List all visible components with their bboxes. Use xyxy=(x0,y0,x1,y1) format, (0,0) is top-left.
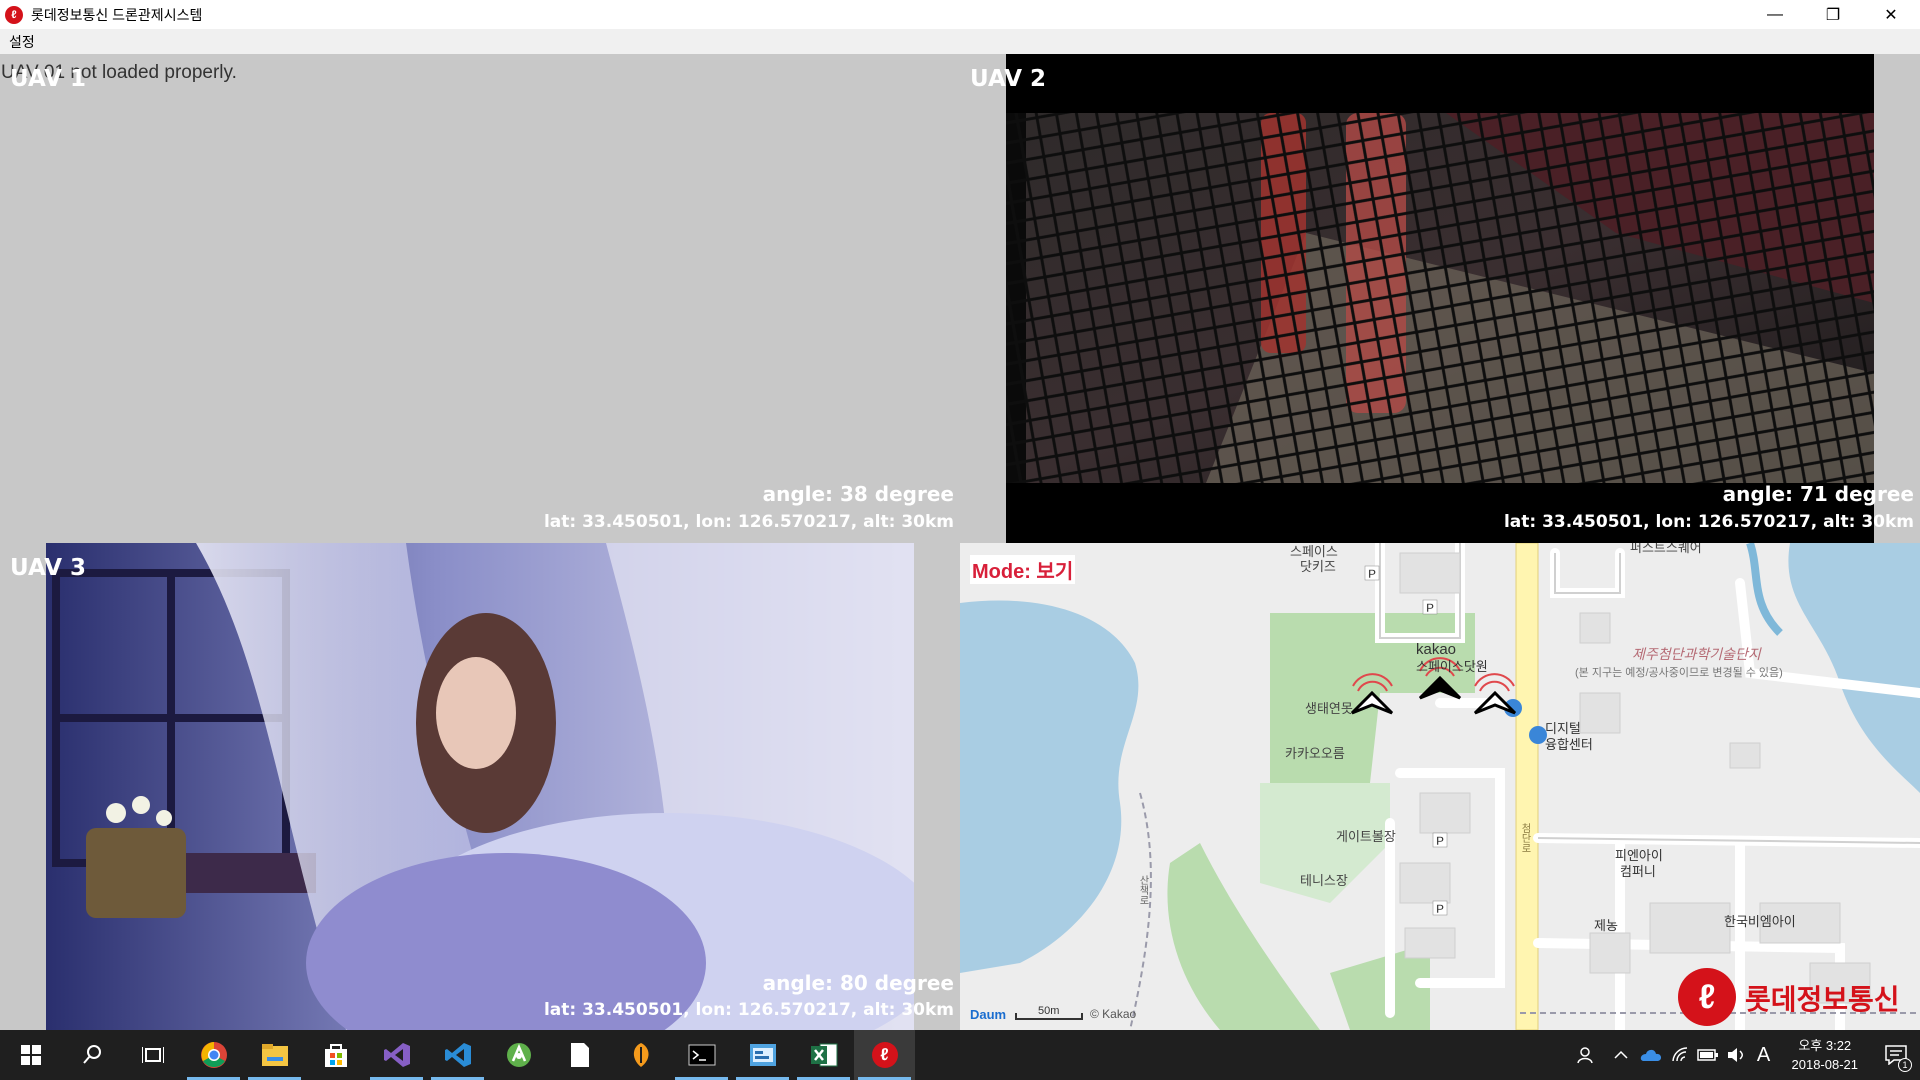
uav2-position: lat: 33.450501, lon: 126.570217, alt: 30… xyxy=(1503,512,1914,532)
map-label-science-park: 제주첨단과학기술단지 xyxy=(1632,646,1761,662)
uav3-position: lat: 33.450501, lon: 126.570217, alt: 30… xyxy=(543,1000,954,1020)
system-tray: A 오후 3:22 2018-08-21 1 xyxy=(1568,1030,1920,1080)
clock-time: 오후 3:22 xyxy=(1798,1038,1852,1053)
task-view-icon[interactable] xyxy=(122,1030,183,1080)
close-button[interactable]: ✕ xyxy=(1862,0,1920,29)
svg-text:P: P xyxy=(1436,834,1444,848)
svg-text:P: P xyxy=(1368,567,1376,581)
volume-icon[interactable] xyxy=(1722,1047,1750,1063)
notification-count-badge: 1 xyxy=(1898,1058,1912,1072)
notification-icon[interactable]: 1 xyxy=(1872,1030,1920,1080)
uav1-angle: angle: 38 degree xyxy=(762,482,954,506)
drone-marker-3[interactable] xyxy=(1473,673,1517,715)
window-title: 롯데정보통신 드론관제시스템 xyxy=(31,6,203,23)
map-label-company: 컴퍼니 xyxy=(1620,864,1656,879)
company-logo-text: 롯데정보통신 xyxy=(1745,983,1900,1016)
map-label-complex: 융합센터 xyxy=(1545,737,1593,752)
svg-text:P: P xyxy=(1436,902,1444,916)
company-logo-icon: ℓ xyxy=(1678,968,1736,1026)
search-icon[interactable] xyxy=(61,1030,122,1080)
clock-date: 2018-08-21 xyxy=(1791,1057,1859,1072)
map-label-science-park-note: (본 지구는 예정/공사중이므로 변경될 수 있음) xyxy=(1575,667,1783,679)
uav2-label: UAV 2 xyxy=(970,66,1047,92)
uav3-panel: UAV 3 angle: 80 degree lat: 33.450501, l… xyxy=(0,543,960,1030)
map-scale-label: 50m xyxy=(1038,1005,1060,1017)
taskbar: ℓ A 오후 3:22 2018-08-21 1 xyxy=(0,1030,1920,1080)
control-panel-icon[interactable] xyxy=(732,1030,793,1080)
visual-studio-icon[interactable] xyxy=(366,1030,427,1080)
map-canvas[interactable]: P P P P xyxy=(960,543,1920,1030)
map-label-tennis: 테니스장 xyxy=(1300,873,1348,888)
app-logo-icon: ℓ xyxy=(5,5,23,24)
store-icon[interactable] xyxy=(305,1030,366,1080)
map-label-kakao-ore: 카카오오름 xyxy=(1285,746,1345,761)
minimize-button[interactable]: — xyxy=(1746,0,1804,29)
wifi-icon[interactable] xyxy=(1666,1047,1694,1063)
people-icon[interactable] xyxy=(1568,1046,1606,1064)
onedrive-icon[interactable] xyxy=(1636,1048,1666,1062)
clock[interactable]: 오후 3:22 2018-08-21 xyxy=(1792,1036,1859,1074)
maximize-button[interactable]: ❐ xyxy=(1804,0,1862,29)
uav2-angle: angle: 71 degree xyxy=(1722,482,1914,506)
map-label-first-square: 퍼스트스퀘어 xyxy=(1630,543,1702,555)
vscode-icon[interactable] xyxy=(427,1030,488,1080)
excel-icon[interactable] xyxy=(793,1030,854,1080)
uav3-video xyxy=(46,543,914,1030)
file-explorer-icon[interactable] xyxy=(244,1030,305,1080)
start-icon[interactable] xyxy=(0,1030,61,1080)
svg-text:P: P xyxy=(1426,601,1434,615)
uav1-label: UAV 1 xyxy=(10,66,87,92)
map-copyright: © Kakao xyxy=(1090,1007,1137,1021)
map-label-road: 첨단로 xyxy=(1519,823,1530,853)
battery-icon[interactable] xyxy=(1694,1049,1722,1061)
map-label-space-dot-one: 스페이스닷원 xyxy=(1416,659,1488,674)
map-panel[interactable]: P P P P 생태연못 카카오오름 kakao 스페이스닷원 게이트볼장 테니… xyxy=(960,543,1920,1030)
lotte-app-icon[interactable]: ℓ xyxy=(854,1030,915,1080)
terminal-icon[interactable] xyxy=(671,1030,732,1080)
menu-bar: 설정 xyxy=(0,29,1920,54)
uav1-position: lat: 33.450501, lon: 126.570217, alt: 30… xyxy=(543,512,954,532)
chevron-up-icon[interactable] xyxy=(1606,1050,1636,1060)
map-label-gateball: 게이트볼장 xyxy=(1336,829,1396,844)
map-label-pathway: 산책로 xyxy=(1137,875,1148,905)
uav2-panel: UAV 2 angle: 71 degree lat: 33.450501, l… xyxy=(960,54,1920,543)
fl-studio-icon[interactable] xyxy=(610,1030,671,1080)
uav2-video xyxy=(1006,113,1874,483)
map-mode-label: Mode: 보기 xyxy=(970,555,1076,584)
title-bar: ℓ 롯데정보통신 드론관제시스템 — ❐ ✕ xyxy=(0,0,1920,29)
uav2-video-frame xyxy=(1006,54,1874,543)
map-label-korea-bm: 한국비엠아이 xyxy=(1724,914,1796,929)
daum-logo: Daum xyxy=(970,1007,1007,1022)
map-label-pond: 생태연못 xyxy=(1305,701,1353,716)
notepad-icon[interactable] xyxy=(549,1030,610,1080)
uav1-panel: UAV 01 not loaded properly. UAV 1 angle:… xyxy=(0,54,960,543)
ime-indicator[interactable]: A xyxy=(1750,1044,1778,1067)
chrome-icon[interactable] xyxy=(183,1030,244,1080)
map-label-jenong: 제농 xyxy=(1594,918,1618,933)
uav3-label: UAV 3 xyxy=(10,555,87,581)
map-label-dot-kids: 닷키즈 xyxy=(1300,559,1336,574)
menu-settings[interactable]: 설정 xyxy=(0,32,44,52)
android-studio-icon[interactable] xyxy=(488,1030,549,1080)
uav3-angle: angle: 80 degree xyxy=(762,971,954,995)
